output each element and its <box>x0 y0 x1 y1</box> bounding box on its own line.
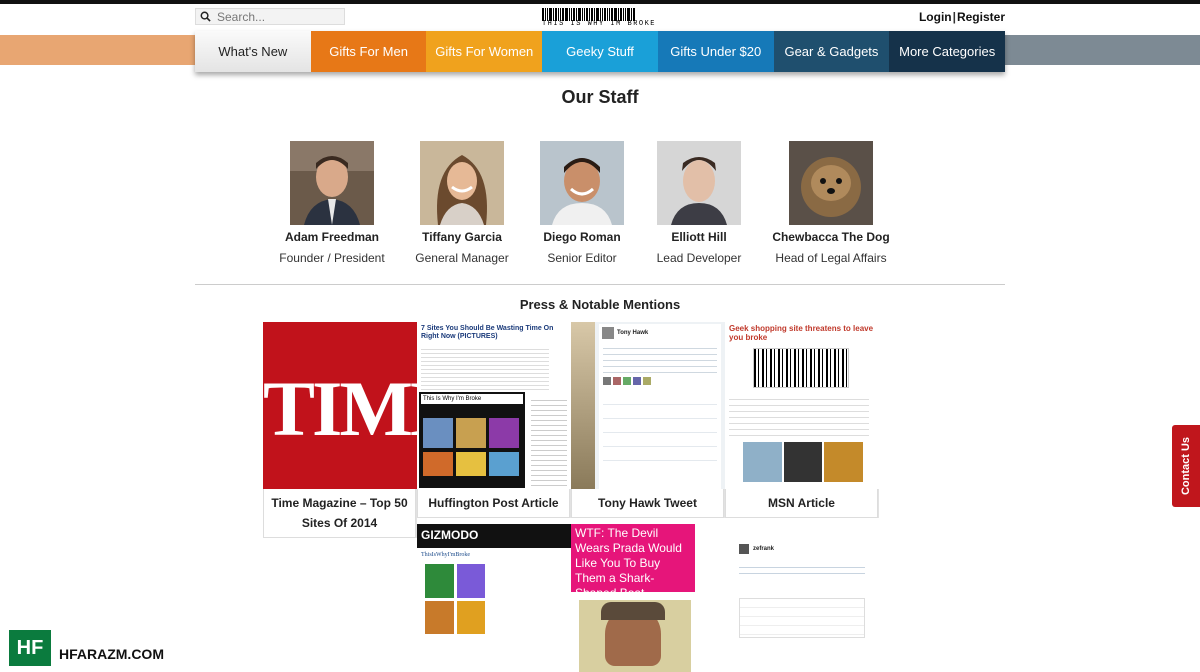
msn-headline: Geek shopping site threatens to leave yo… <box>729 324 874 342</box>
press-thumb: Geek shopping site threatens to leave yo… <box>725 322 879 489</box>
staff-photo[interactable] <box>657 141 741 225</box>
staff-name: Tiffany Garcia <box>422 230 502 244</box>
press-card-huffington[interactable]: 7 Sites You Should Be Wasting Time On Ri… <box>417 322 571 518</box>
contact-us-label: Contact Us <box>1180 436 1192 496</box>
press-card-msn[interactable]: Geek shopping site threatens to leave yo… <box>725 322 879 518</box>
watermark-badge: HF <box>9 630 51 666</box>
nav-more-categories[interactable]: More Categories <box>889 31 1006 72</box>
text-lines <box>421 346 549 390</box>
contact-us-tab[interactable]: Contact Us <box>1172 425 1200 507</box>
staff-role: Lead Developer <box>656 251 742 265</box>
press-card-wtf[interactable]: WTF: The Devil Wears Prada Would Like Yo… <box>571 524 725 672</box>
embed-title: This Is Why I'm Broke <box>421 394 523 404</box>
staff-photo[interactable] <box>789 141 873 225</box>
nav-gear-gadgets[interactable]: Gear & Gadgets <box>773 31 890 72</box>
section-divider <box>195 284 1005 285</box>
site-logo[interactable]: THIS IS WHY IM BROKE <box>540 8 658 30</box>
nav-whats-new[interactable]: What's New <box>195 31 311 72</box>
press-card-tony-hawk[interactable]: Tony Hawk Tony Hawk Tweet <box>571 322 725 518</box>
press-thumb: zefrank <box>725 524 879 672</box>
staff-name: Adam Freedman <box>284 230 380 244</box>
nav-gifts-for-men[interactable]: Gifts For Men <box>310 31 427 72</box>
search-icon <box>200 11 211 22</box>
press-caption: Tony Hawk Tweet <box>571 489 724 518</box>
press-card-time[interactable]: TIME Time Magazine – Top 50 Sites Of 201… <box>263 322 417 538</box>
press-caption: Time Magazine – Top 50 Sites Of 2014 <box>263 489 416 538</box>
press-caption: Huffington Post Article <box>417 489 570 518</box>
staff-photo[interactable] <box>290 141 374 225</box>
auth-links: Login|Register <box>919 10 1005 24</box>
huffpost-headline: 7 Sites You Should Be Wasting Time On Ri… <box>421 325 554 340</box>
main-nav: What's New Gifts For Men Gifts For Women… <box>195 31 1006 72</box>
press-thumb: 7 Sites You Should Be Wasting Time On Ri… <box>417 322 571 489</box>
gizmodo-logo: GIZMODO <box>417 524 571 548</box>
header: THIS IS WHY IM BROKE Login|Register <box>195 4 1005 32</box>
watermark: HF HFARAZM.COM <box>9 630 164 666</box>
nav-geeky-stuff[interactable]: Geeky Stuff <box>542 31 658 72</box>
nav-band-left <box>0 35 200 65</box>
press-thumb: WTF: The Devil Wears Prada Would Like Yo… <box>571 524 725 672</box>
press-card-zefrank[interactable]: zefrank <box>725 524 879 672</box>
nav-gifts-for-women[interactable]: Gifts For Women <box>426 31 543 72</box>
embedded-screenshot: This Is Why I'm Broke <box>419 392 525 488</box>
staff-photo[interactable] <box>540 141 624 225</box>
press-title: Press & Notable Mentions <box>519 297 681 312</box>
press-thumb: Tony Hawk <box>571 322 725 489</box>
nav-gifts-under-20[interactable]: Gifts Under $20 <box>657 31 774 72</box>
staff-role: Head of Legal Affairs <box>775 251 887 265</box>
staff-member: Adam Freedman Founder / President <box>262 141 402 265</box>
press-caption: MSN Article <box>725 489 878 518</box>
logo-text: THIS IS WHY IM BROKE <box>541 20 656 28</box>
staff-role: Founder / President <box>279 251 385 265</box>
staff-photo[interactable] <box>420 141 504 225</box>
press-thumb: GIZMODO ThisIsWhyI'mBroke <box>417 524 571 672</box>
staff-name: Elliott Hill <box>671 230 727 244</box>
staff-member: Elliott Hill Lead Developer <box>629 141 769 265</box>
staff-role: General Manager <box>415 251 509 265</box>
nav-band-right <box>1000 35 1200 65</box>
search-input[interactable] <box>217 9 327 24</box>
staff-name: Chewbacca The Dog <box>772 230 890 244</box>
staff-member: Tiffany Garcia General Manager <box>392 141 532 265</box>
press-thumb: TIME <box>263 322 417 489</box>
staff-title: Our Staff <box>561 87 639 107</box>
press-card-gizmodo[interactable]: GIZMODO ThisIsWhyI'mBroke <box>417 524 571 672</box>
tweet-author: Tony Hawk <box>617 330 649 336</box>
time-logo: TIME <box>263 365 417 452</box>
tweet-author: zefrank <box>753 546 775 552</box>
wtf-headline: WTF: The Devil Wears Prada Would Like Yo… <box>571 524 695 600</box>
register-link[interactable]: Register <box>957 10 1005 24</box>
watermark-text: HFARAZM.COM <box>59 646 164 662</box>
login-link[interactable]: Login <box>919 10 952 24</box>
staff-member: Chewbacca The Dog Head of Legal Affairs <box>761 141 901 265</box>
gizmodo-headline: ThisIsWhyI'mBroke <box>421 552 471 558</box>
search-box[interactable] <box>195 8 345 25</box>
